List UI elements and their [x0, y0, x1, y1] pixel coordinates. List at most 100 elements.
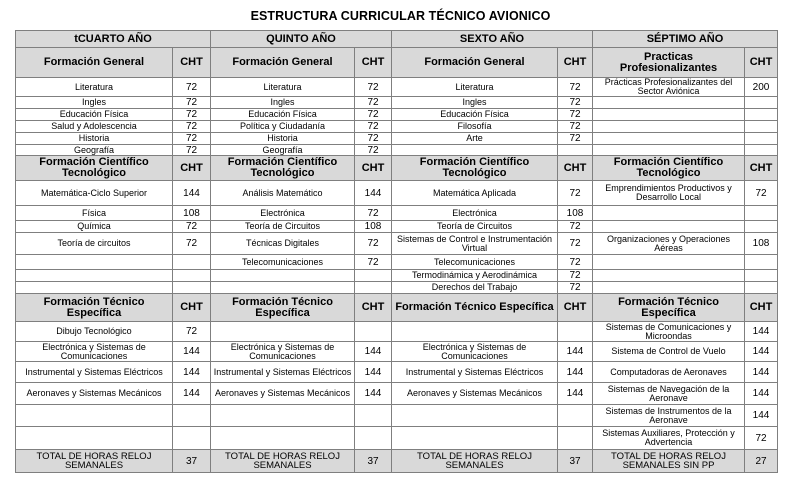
page-title: ESTRUCTURA CURRICULAR TÉCNICO AVIONICO: [250, 9, 551, 23]
subject-name: Sistemas de Control e Instrumentación Vi…: [391, 232, 558, 255]
subject-hours: 72: [557, 132, 593, 145]
total-hours: 37: [557, 449, 593, 473]
subject-hours: 72: [557, 232, 593, 255]
subject-row: Aeronaves y Sistemas Mecánicos 144 Aeronav…: [15, 382, 778, 405]
section-header: Formación Técnico Específica: [210, 293, 355, 322]
subject-name: [592, 269, 745, 282]
section-header: Formación Técnico Específica: [592, 293, 745, 322]
subject-row: Teoría de circuitos 72 Técnicas Digitales 7…: [15, 232, 778, 255]
subject-name: Organizaciones y Operaciones Aéreas: [592, 232, 745, 255]
section-header: Formación General: [210, 47, 355, 78]
subject-name: [15, 254, 173, 270]
section-header-row: Formación Técnico Específica CHT Formación…: [15, 293, 778, 322]
subject-hours: [744, 144, 778, 156]
subject-row: Dibujo Tecnológico 72 Sistemas de Comunica…: [15, 321, 778, 342]
subject-name: Arte: [391, 132, 558, 145]
total-label: TOTAL DE HORAS RELOJ SEMANALES: [15, 449, 173, 473]
subject-name: [15, 269, 173, 282]
section-header: Formación Técnico Específica: [391, 293, 558, 322]
subject-hours: [744, 254, 778, 270]
subject-hours: 144: [354, 180, 392, 206]
subject-name: Telecomunicaciones: [391, 254, 558, 270]
subject-row: Matemática-Ciclo Superior 144 Análisis Mat…: [15, 180, 778, 206]
subject-name: Técnicas Digitales: [210, 232, 355, 255]
subject-row: Electrónica y Sistemas de Comunicaciones…: [15, 341, 778, 362]
subject-hours: [744, 132, 778, 145]
subject-hours: 144: [744, 361, 778, 383]
subject-hours: [354, 269, 392, 282]
subject-name: Ingles: [210, 96, 355, 109]
subject-name: Sistemas de Instrumentos de la Aeronave: [592, 404, 745, 427]
subject-name: Aeronaves y Sistemas Mecánicos: [391, 382, 558, 405]
subject-name: [210, 281, 355, 294]
subject-hours: [172, 404, 211, 427]
subject-name: Matemática-Ciclo Superior: [15, 180, 173, 206]
section-header: Formación General: [15, 47, 173, 78]
subject-hours: 72: [172, 120, 211, 133]
curriculum-table: tCUARTO AÑO QUINTO AÑO SEXTO AÑO SÉPTIMO AÑ…: [15, 30, 778, 473]
subject-name: Telecomunicaciones: [210, 254, 355, 270]
subject-hours: 144: [354, 341, 392, 362]
subject-name: [592, 96, 745, 109]
subject-name: Dibujo Tecnológico: [15, 321, 173, 342]
subject-name: Instrumental y Sistemas Eléctricos: [391, 361, 558, 383]
subject-row: Salud y Adolescencia 72 Política y Ciudada…: [15, 120, 778, 133]
subject-name: Electrónica y Sistemas de Comunicaciones: [210, 341, 355, 362]
section-header: Practicas Profesionalizantes: [592, 47, 745, 78]
subject-hours: 144: [172, 361, 211, 383]
cht-header: CHT: [557, 293, 593, 322]
year-header: tCUARTO AÑO: [15, 30, 211, 48]
cht-header: CHT: [354, 293, 392, 322]
subject-hours: 72: [557, 180, 593, 206]
subject-name: Sistemas Auxiliares, Protección y Advert…: [592, 426, 745, 450]
subject-hours: 72: [172, 96, 211, 109]
subject-hours: [172, 281, 211, 294]
subject-hours: 72: [354, 120, 392, 133]
subject-hours: 144: [557, 361, 593, 383]
cht-header: CHT: [172, 47, 211, 78]
subject-row: Termodinámica y Aerodinámica 72: [15, 269, 778, 282]
subject-name: Educación Física: [210, 108, 355, 121]
subject-hours: 144: [354, 361, 392, 383]
section-header: Formación Científico Tecnológico: [592, 155, 745, 181]
cht-header: CHT: [354, 155, 392, 181]
subject-hours: [354, 321, 392, 342]
subject-name: Literatura: [15, 77, 173, 97]
subject-hours: 72: [354, 232, 392, 255]
subject-name: Literatura: [210, 77, 355, 97]
subject-row: Química 72 Teoría de Circuitos 108 Teoría de…: [15, 220, 778, 233]
cht-header: CHT: [557, 155, 593, 181]
subject-hours: 72: [172, 321, 211, 342]
subject-hours: [744, 120, 778, 133]
subject-hours: 72: [172, 77, 211, 97]
subject-row: Física 108 Electrónica 72 Electrónica 108: [15, 205, 778, 221]
subject-hours: 144: [172, 341, 211, 362]
subject-name: Electrónica y Sistemas de Comunicaciones: [391, 341, 558, 362]
subject-hours: 144: [744, 321, 778, 342]
subject-hours: [172, 254, 211, 270]
subject-hours: [744, 281, 778, 294]
cht-header: CHT: [354, 47, 392, 78]
subject-hours: 72: [172, 232, 211, 255]
subject-hours: 144: [557, 341, 593, 362]
subject-name: [15, 281, 173, 294]
subject-hours: 72: [557, 77, 593, 97]
subject-hours: [744, 96, 778, 109]
subject-hours: 72: [354, 108, 392, 121]
subject-hours: 72: [557, 220, 593, 233]
subject-hours: 144: [557, 382, 593, 405]
subject-name: Teoría de circuitos: [15, 232, 173, 255]
section-header: Formación Científico Tecnológico: [210, 155, 355, 181]
section-header: Formación General: [391, 47, 558, 78]
subject-name: [391, 426, 558, 450]
subject-hours: 72: [557, 254, 593, 270]
subject-name: Educación Física: [391, 108, 558, 121]
subject-hours: [557, 426, 593, 450]
subject-name: [210, 269, 355, 282]
subject-row: Sistemas de Instrumentos de la Aeronave 1…: [15, 404, 778, 427]
subject-hours: 200: [744, 77, 778, 97]
subject-name: Matemática Aplicada: [391, 180, 558, 206]
subject-hours: 72: [172, 220, 211, 233]
year-header: QUINTO AÑO: [210, 30, 392, 48]
subject-hours: [172, 269, 211, 282]
